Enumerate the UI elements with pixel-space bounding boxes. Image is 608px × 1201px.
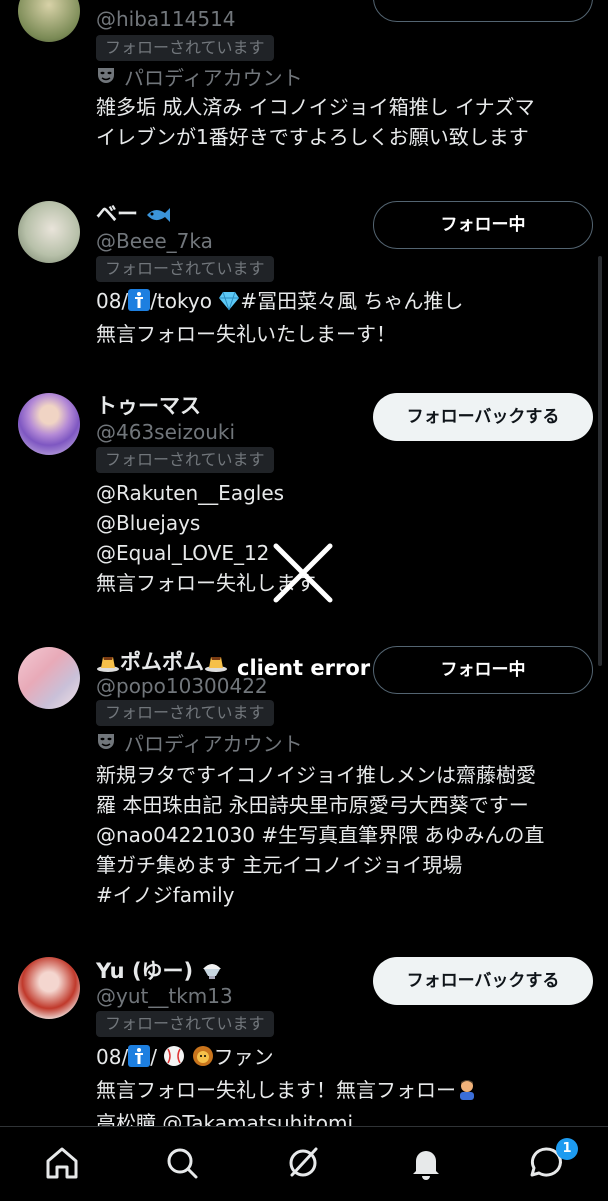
user-handle: @Beee_7ka xyxy=(96,229,213,253)
user-bio: 08//tokyo #冨田菜々風 ちゃん推し 無言フォロー失礼いたしまーす！ xyxy=(96,289,464,346)
bio-line: イレブンが1番好きですよろしくお願い致します xyxy=(96,125,529,149)
user-name: トゥーマス xyxy=(96,394,201,418)
avatar[interactable] xyxy=(18,201,80,263)
following-button[interactable]: フォロー中 xyxy=(373,201,593,249)
person-emoji-icon xyxy=(128,289,151,319)
parody-text: パロディアカウント xyxy=(124,732,303,756)
error-x-icon xyxy=(270,540,336,606)
user-handle: @yut__tkm13 xyxy=(96,984,233,1008)
home-icon[interactable] xyxy=(40,1141,84,1185)
follows-you-badge: フォローされています xyxy=(96,1011,274,1037)
follows-you-badge: フォローされています xyxy=(96,447,274,473)
bio-line: @Rakuten__Eagles xyxy=(96,481,285,505)
bio-line: #イノジfamily xyxy=(96,883,235,907)
bottom-tab-bar xyxy=(0,1126,608,1201)
bio-line: @Equal_LOVE_12 xyxy=(96,541,270,565)
search-icon[interactable] xyxy=(160,1141,204,1185)
follows-you-badge: フォローされています xyxy=(96,700,274,726)
follows-you-badge: フォローされています xyxy=(96,256,274,282)
person-emoji-icon xyxy=(128,1045,151,1075)
bio-line: @nao04221030 #生写真直筆界隈 あゆみんの直 xyxy=(96,823,545,847)
user-card[interactable]: ポムポム フォロー中 @popo10300422 フォローされています パロディ… xyxy=(0,642,608,912)
parody-mask-icon xyxy=(96,731,116,756)
follow-back-button[interactable]: フォローバックする xyxy=(373,957,593,1005)
user-bio: @Rakuten__Eagles @Bluejays @Equal_LOVE_1… xyxy=(96,478,591,598)
baseball-icon xyxy=(163,1045,185,1075)
grok-icon[interactable] xyxy=(282,1141,326,1185)
parody-label: パロディアカウント xyxy=(96,728,303,757)
error-message: client error xyxy=(237,656,371,680)
parody-label: パロディアカウント xyxy=(96,62,303,91)
user-card[interactable]: Yu (ゆー) フォローバックする @yut__tkm13 フォローされています… xyxy=(0,952,608,1135)
follow-button[interactable] xyxy=(373,0,593,22)
gem-icon xyxy=(218,289,240,319)
avatar[interactable] xyxy=(18,393,80,455)
user-bio: 雑多垢 成人済み イコノイジョイ箱推し イナズマ イレブンが1番好きですよろしく… xyxy=(96,92,591,152)
bio-line: @Bluejays xyxy=(96,511,201,535)
lion-icon xyxy=(192,1045,214,1075)
notifications-icon[interactable] xyxy=(404,1141,448,1185)
follows-you-badge: フォローされています xyxy=(96,35,274,61)
bio-line: 羅 本田珠由記 永田詩央里市原愛弓大西葵ですー xyxy=(96,793,529,817)
user-bio: 08// ファン 無言フォロー失礼します！無言フォロー 高松瞳 @Takamat… xyxy=(96,1042,591,1138)
user-bio: 新規ヲタですイコノイジョイ推しメンは齋藤樹愛 羅 本田珠由記 永田詩央里市原愛弓… xyxy=(96,760,591,910)
bio-line: 新規ヲタですイコノイジョイ推しメンは齋藤樹愛 xyxy=(96,763,536,787)
bio-line: 雑多垢 成人済み イコノイジョイ箱推し イナズマ xyxy=(96,95,535,119)
bowing-person-icon xyxy=(456,1078,478,1108)
avatar[interactable] xyxy=(18,0,80,42)
fish-icon xyxy=(145,205,171,229)
messages-badge: 1 xyxy=(556,1138,578,1160)
user-card[interactable]: ベー フォロー中 @Beee_7ka フォローされています 08//tokyo … xyxy=(0,196,608,356)
follow-back-button[interactable]: フォローバックする xyxy=(373,393,593,441)
user-handle: @hiba114514 xyxy=(96,7,236,31)
bio-line: 筆ガチ集めます 主元イコノイジョイ現場 xyxy=(96,853,463,877)
scrollbar[interactable] xyxy=(598,256,602,666)
bio-line: 無言フォロー失礼します xyxy=(96,571,316,595)
user-name: ベー xyxy=(96,198,171,229)
following-button[interactable]: フォロー中 xyxy=(373,646,593,694)
avatar[interactable] xyxy=(18,957,80,1019)
parody-text: パロディアカウント xyxy=(124,66,303,90)
user-handle: @463seizouki xyxy=(96,420,236,444)
user-name: Yu (ゆー) xyxy=(96,955,224,986)
user-card[interactable]: @hiba114514 フォローされています パロディアカウント 雑多垢 成人済… xyxy=(0,0,608,180)
shaved-ice-icon xyxy=(200,959,224,986)
user-name: ポムポム xyxy=(96,646,228,677)
avatar[interactable] xyxy=(18,647,80,709)
parody-mask-icon xyxy=(96,65,116,90)
